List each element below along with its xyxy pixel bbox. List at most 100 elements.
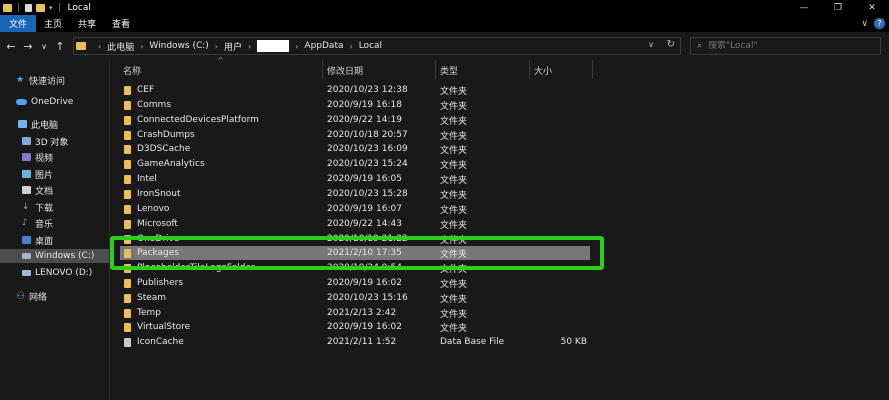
column-resize-handle[interactable] — [322, 60, 323, 79]
file-name: Packages — [137, 248, 179, 258]
column-resize-handle[interactable] — [529, 60, 530, 79]
customize-toolbar-chevron-icon[interactable]: ▾ — [49, 4, 53, 12]
file-date: 2020/10/23 15:28 — [327, 189, 408, 199]
expand-ribbon-chevron-icon[interactable]: ∨ — [861, 19, 868, 29]
folder-icon — [124, 308, 131, 318]
breadcrumb-appdata[interactable]: AppData — [304, 41, 343, 51]
file-row[interactable]: OneDrive 2020/10/19 21:22 文件夹 — [120, 232, 590, 246]
column-header-date[interactable]: 修改日期 — [327, 60, 363, 80]
breadcrumb-separator-icon[interactable]: › — [215, 42, 218, 51]
breadcrumb-this-pc[interactable]: 此电脑 — [107, 40, 134, 53]
file-date: 2020/10/19 21:22 — [327, 234, 408, 244]
breadcrumb-separator-icon[interactable]: › — [248, 42, 251, 51]
file-date: 2020/10/23 15:16 — [327, 293, 408, 303]
file-row[interactable]: CEF 2020/10/23 12:38 文件夹 — [120, 83, 590, 97]
sidebar-item-network[interactable]: ⚇ 网络 — [16, 289, 47, 303]
sidebar-item-3d-objects[interactable]: 3D 对象 — [22, 134, 69, 148]
file-row[interactable]: IconCache 2021/2/11 1:52 Data Base File … — [120, 335, 590, 349]
window-controls: — ❐ ✕ — [787, 0, 889, 15]
properties-icon[interactable] — [25, 3, 32, 12]
sidebar-item-label: 桌面 — [35, 236, 54, 247]
music-icon: ♪ — [22, 218, 28, 228]
file-name: PlaceholderTileLogoFolder — [137, 263, 255, 273]
file-row-selected[interactable]: Packages 2021/2/10 17:35 文件夹 — [120, 246, 590, 260]
file-row[interactable]: Intel 2020/9/19 16:05 文件夹 — [120, 172, 590, 186]
file-type: 文件夹 — [440, 235, 468, 246]
breadcrumb-local[interactable]: Local — [359, 41, 382, 51]
breadcrumb-users[interactable]: 用户 — [224, 40, 242, 53]
file-type: 文件夹 — [440, 190, 468, 201]
breadcrumb-separator-icon[interactable]: › — [98, 42, 101, 51]
sidebar-item-quick-access[interactable]: ★ 快速访问 — [16, 73, 65, 87]
sidebar-item-onedrive[interactable]: OneDrive — [16, 95, 73, 109]
column-header-name[interactable]: 名称 — [123, 60, 141, 80]
sidebar-item-label: LENOVO (D:) — [35, 268, 93, 278]
file-row[interactable]: Steam 2020/10/23 15:16 文件夹 — [120, 291, 590, 305]
file-row[interactable]: Publishers 2020/9/19 16:02 文件夹 — [120, 276, 590, 290]
column-resize-handle[interactable] — [435, 60, 436, 79]
sidebar-item-desktop[interactable]: 桌面 — [22, 233, 53, 247]
sidebar-item-downloads[interactable]: ↓ 下载 — [22, 200, 53, 214]
file-row[interactable]: Lenovo 2020/9/19 16:07 文件夹 — [120, 202, 590, 216]
address-dropdown-icon[interactable]: ∨ — [648, 40, 654, 49]
forward-button[interactable]: → — [22, 40, 34, 53]
tab-file[interactable]: 文件 — [0, 15, 37, 32]
folder-icon — [124, 234, 131, 244]
tab-home[interactable]: 主页 — [36, 15, 70, 32]
minimize-button[interactable]: — — [787, 0, 821, 15]
folder-icon — [124, 278, 131, 288]
sidebar-item-this-pc[interactable]: 此电脑 — [18, 117, 58, 131]
folder-icon — [76, 42, 86, 50]
file-type: 文件夹 — [440, 294, 468, 305]
maximize-button[interactable]: ❐ — [821, 0, 855, 15]
file-row[interactable]: CrashDumps 2020/10/18 20:57 文件夹 — [120, 128, 590, 142]
tab-share[interactable]: 共享 — [70, 15, 104, 32]
refresh-icon[interactable]: ↻ — [667, 39, 675, 50]
file-name: Comms — [137, 100, 172, 110]
file-row[interactable]: D3DSCache 2020/10/23 16:09 文件夹 — [120, 142, 590, 156]
column-header-type[interactable]: 类型 — [440, 60, 458, 80]
new-folder-icon[interactable] — [36, 3, 45, 12]
help-icon[interactable]: ? — [874, 18, 885, 29]
file-type: 文件夹 — [440, 264, 468, 275]
breadcrumb-separator-icon[interactable]: › — [295, 42, 298, 51]
file-row[interactable]: VirtualStore 2020/9/19 16:02 文件夹 — [120, 320, 590, 334]
address-bar[interactable]: › 此电脑 › Windows (C:) › 用户 › › AppData › … — [73, 37, 681, 55]
search-box[interactable]: ⌕ — [690, 37, 881, 55]
breadcrumb-separator-icon[interactable]: › — [140, 42, 143, 51]
column-resize-handle[interactable] — [592, 60, 593, 79]
file-row[interactable]: Microsoft 2020/9/22 14:43 文件夹 — [120, 217, 590, 231]
cube-icon — [22, 137, 31, 145]
recent-locations-button[interactable]: ∨ — [39, 42, 49, 51]
back-button[interactable]: ← — [5, 40, 17, 53]
sidebar-item-music[interactable]: ♪ 音乐 — [22, 216, 53, 230]
column-header-size[interactable]: 大小 — [534, 60, 552, 80]
tab-view[interactable]: 查看 — [104, 15, 138, 32]
up-button[interactable]: ↑ — [54, 40, 66, 53]
file-date: 2021/2/11 1:52 — [327, 337, 397, 347]
sidebar-item-documents[interactable]: 文档 — [22, 183, 53, 197]
file-date: 2021/2/13 2:42 — [327, 308, 397, 318]
sidebar-item-drive-c[interactable]: Windows (C:) — [0, 249, 109, 263]
sidebar-item-videos[interactable]: 视频 — [22, 150, 53, 164]
folder-icon — [124, 100, 131, 110]
file-row[interactable]: PlaceholderTileLogoFolder 2020/10/24 9:5… — [120, 261, 590, 275]
file-type: 文件夹 — [440, 175, 468, 186]
sidebar-item-pictures[interactable]: 图片 — [22, 167, 53, 181]
sidebar-item-label: Windows (C:) — [35, 251, 95, 261]
search-input[interactable] — [708, 41, 869, 51]
file-row[interactable]: IronSnout 2020/10/23 15:28 文件夹 — [120, 187, 590, 201]
file-name: GameAnalytics — [137, 159, 205, 169]
file-row[interactable]: ConnectedDevicesPlatform 2020/9/22 14:19… — [120, 113, 590, 127]
file-row[interactable]: Comms 2020/9/19 16:18 文件夹 — [120, 98, 590, 112]
breadcrumb-drive-c[interactable]: Windows (C:) — [149, 41, 208, 51]
picture-icon — [22, 170, 31, 178]
sidebar-item-drive-d[interactable]: LENOVO (D:) — [22, 266, 92, 280]
video-icon — [22, 153, 31, 161]
breadcrumb-separator-icon[interactable]: › — [350, 42, 353, 51]
close-button[interactable]: ✕ — [855, 0, 889, 15]
pane-divider[interactable] — [109, 60, 110, 400]
sort-ascending-icon: ^ — [217, 56, 224, 65]
file-row[interactable]: Temp 2021/2/13 2:42 文件夹 — [120, 306, 590, 320]
file-row[interactable]: GameAnalytics 2020/10/23 15:24 文件夹 — [120, 157, 590, 171]
